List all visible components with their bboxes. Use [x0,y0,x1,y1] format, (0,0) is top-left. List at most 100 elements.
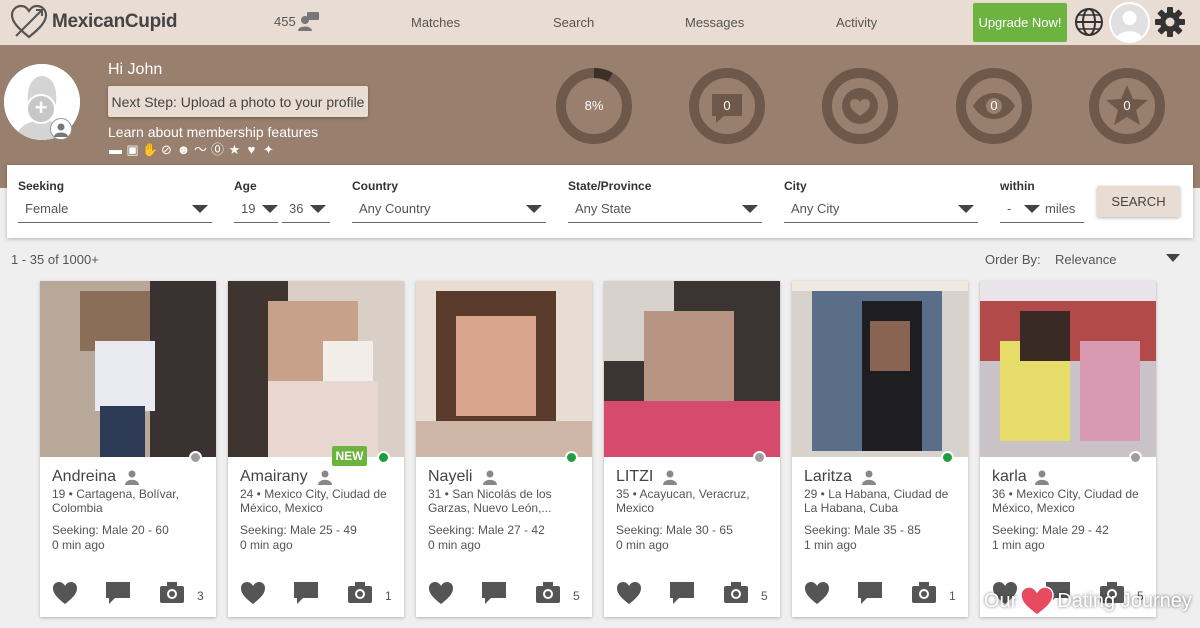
profile-user-icon [125,470,139,485]
membership-features-link[interactable]: Learn about membership features [108,124,318,140]
logo[interactable]: MexicanCupid [10,4,178,40]
chevron-down-icon[interactable] [1166,254,1180,262]
heart-icon[interactable] [616,581,642,605]
profile-photo[interactable] [228,281,404,457]
nav-activity[interactable]: Activity [836,15,877,30]
seeking-value: Female [25,201,69,216]
watermark-left: Our [984,589,1018,612]
country-label: Country [352,179,398,193]
heart-icon[interactable] [804,581,830,605]
photo-count: 1 [949,589,956,603]
seeking-select[interactable]: Female [18,196,212,223]
online-count[interactable]: 455 [274,11,320,31]
profile-name[interactable]: karla [992,468,1027,486]
profile-name[interactable]: Andreina [52,468,116,486]
nav-matches[interactable]: Matches [411,15,460,30]
camera-icon[interactable] [347,581,373,605]
people-icon: ☻ [176,142,191,157]
profile-photo[interactable] [792,281,968,457]
profile-name[interactable]: LITZI [616,468,653,486]
gear-icon[interactable] [1154,6,1186,38]
double-icon: ⓪ [210,142,224,157]
top-nav: MexicanCupid 455 Matches Search Messages… [0,0,1200,45]
greeting: Hi John [108,61,163,78]
offline-indicator [189,451,202,464]
watermark: Our Dating Journey [984,586,1192,616]
likes-stat[interactable] [821,67,899,145]
profile-photo[interactable] [980,281,1156,457]
profile-card[interactable]: Laritza 29 • La Habana, Ciudad de La Hab… [792,281,968,617]
camera-icon[interactable] [911,581,937,605]
profile-location: 24 • Mexico City, Ciudad de México, Mexi… [240,487,387,515]
results-count: 1 - 35 of 1000+ [11,252,99,267]
nav-search[interactable]: Search [553,15,594,30]
user-avatar[interactable] [1109,2,1150,43]
logo-text: MexicanCupid [52,11,178,32]
seeking-label: Seeking [18,179,65,193]
chevron-down-icon [742,205,758,213]
card-actions: 1 [240,581,395,607]
message-icon[interactable] [857,581,883,605]
profile-card[interactable]: Nayeli 31 • San Nicolás de los Garzas, N… [416,281,592,617]
heart-icon[interactable] [428,581,454,605]
chevron-down-icon [192,205,208,213]
distance-select[interactable]: - [1000,196,1044,223]
camera-icon[interactable] [723,581,749,605]
profile-card[interactable]: LITZI 35 • Acayucan, Veracruz, Mexico Se… [604,281,780,617]
nav-messages[interactable]: Messages [685,15,744,30]
age-max-select[interactable]: 36 [282,196,330,223]
city-select[interactable]: Any City [784,196,978,223]
camera-icon[interactable] [535,581,561,605]
country-select[interactable]: Any Country [352,196,546,223]
message-icon[interactable] [105,581,131,605]
card-actions: 3 [52,581,207,607]
messages-stat[interactable]: 0 [688,67,766,145]
profile-seeking: Seeking: Male 35 - 85 [804,523,921,537]
profile-name[interactable]: Amairany [240,468,308,486]
views-stat[interactable]: 0 [955,67,1033,145]
profile-user-icon [862,470,876,485]
upgrade-button[interactable]: Upgrade Now! [973,3,1067,42]
profile-card[interactable]: Andreina 19 • Cartagena, Bolívar, Colomb… [40,281,216,617]
state-select[interactable]: Any State [568,196,762,223]
age-max-value: 36 [289,201,304,216]
profile-photo[interactable] [40,281,216,457]
chevron-down-icon [262,205,278,213]
profile-photo[interactable] [604,281,780,457]
profile-name[interactable]: Nayeli [428,468,472,486]
profile-card[interactable]: NEW Amairany 24 • Mexico City, Ciudad de… [228,281,404,617]
search-button[interactable]: SEARCH [1097,186,1180,217]
favorites-stat[interactable]: 0 [1088,67,1166,145]
message-icon[interactable] [481,581,507,605]
online-indicator [565,451,578,464]
message-icon[interactable] [293,581,319,605]
profile-card[interactable]: karla 36 • Mexico City, Ciudad de México… [980,281,1156,617]
hearts-icon: ♥ [247,142,256,157]
hand-icon: ✋ [142,142,159,157]
distance-value: - [1007,201,1012,216]
age-min-select[interactable]: 19 [234,196,278,223]
profile-last-active: 1 min ago [804,538,857,552]
profile-seeking: Seeking: Male 29 - 42 [992,523,1109,537]
offline-indicator [1129,451,1142,464]
messages-count: 0 [723,98,731,113]
wand-icon: ✦ [263,142,274,157]
heart-icon[interactable] [52,581,78,605]
profile-name[interactable]: Laritza [804,468,852,486]
state-label: State/Province [568,179,652,193]
profile-location: 35 • Acayucan, Veracruz, Mexico [616,487,750,515]
message-icon[interactable] [669,581,695,605]
upload-photo-button[interactable]: Next Step: Upload a photo to your profil… [108,86,368,117]
order-by-value[interactable]: Relevance [1055,252,1116,267]
heart-watermark-icon [1020,586,1055,616]
profile-completion-ring[interactable]: 8% [555,67,633,145]
profile-location: 19 • Cartagena, Bolívar, Colombia [52,487,179,515]
country-value: Any Country [359,201,431,216]
age-min-value: 19 [241,201,256,216]
chevron-down-icon [958,205,974,213]
heart-icon[interactable] [240,581,266,605]
camera-icon[interactable] [159,581,185,605]
profile-photo[interactable] [416,281,592,457]
globe-icon[interactable] [1073,6,1105,38]
profile-seeking: Seeking: Male 30 - 65 [616,523,733,537]
